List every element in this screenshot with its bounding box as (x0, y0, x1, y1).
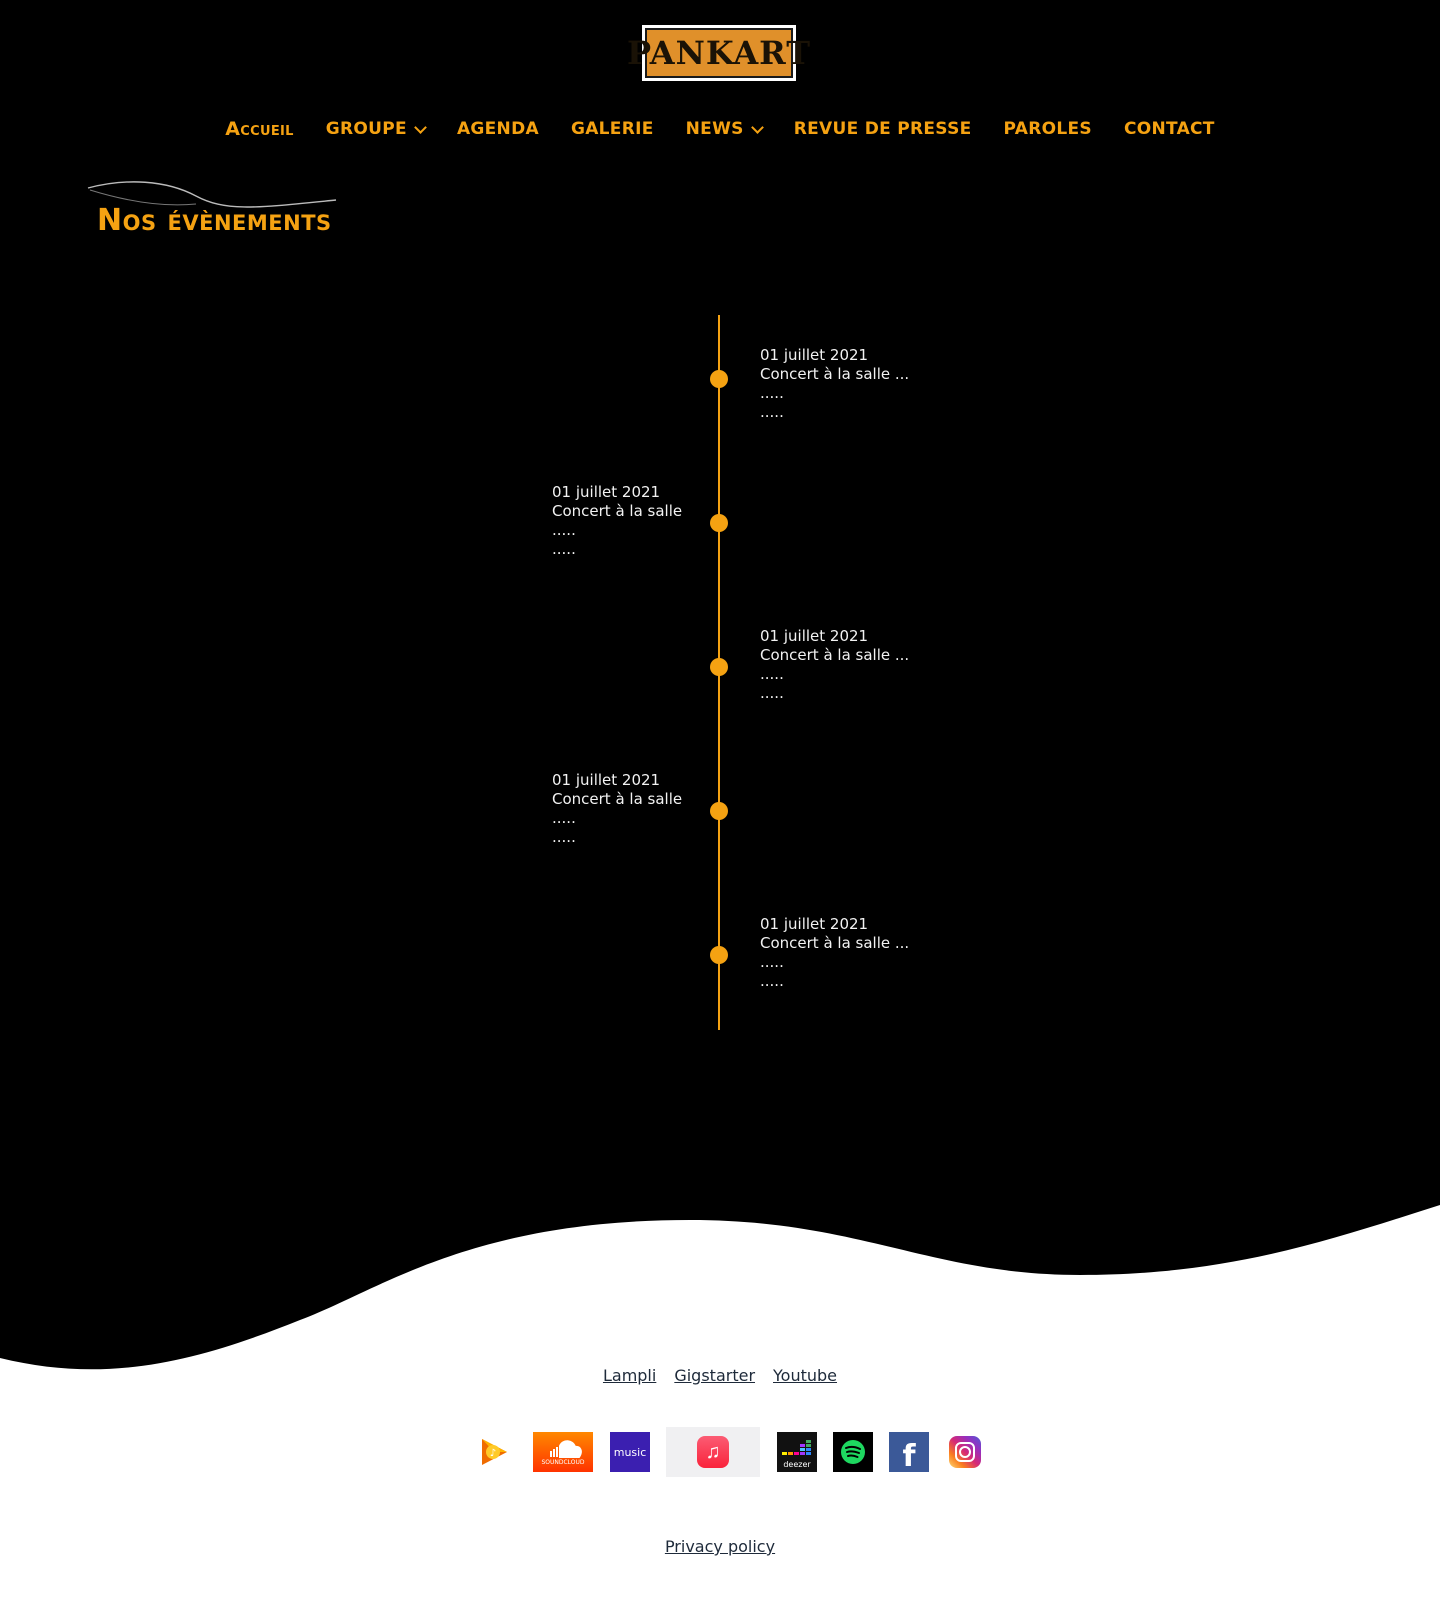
svg-text:♪: ♪ (490, 1448, 496, 1459)
nav-label: AGENDA (456, 119, 539, 139)
footer-link-gigstarter[interactable]: Gigstarter (674, 1366, 755, 1385)
event-item[interactable]: 01 juillet 2021 Concert à la salle .....… (552, 771, 682, 847)
event-item[interactable]: 01 juillet 2021 Concert à la salle ... .… (760, 915, 909, 991)
event-title: Concert à la salle (552, 790, 683, 808)
logo-text: PANKART (627, 28, 810, 78)
nav-item-accueil[interactable]: Accueil (225, 118, 293, 140)
facebook-label: f (889, 1432, 929, 1472)
footer-links: Lampli Gigstarter Youtube (0, 1366, 1440, 1385)
nav-item-news[interactable]: NEWS (685, 118, 764, 140)
site-logo[interactable]: PANKART (627, 25, 810, 81)
nav-label: GALERIE (570, 119, 654, 139)
timeline-dot (710, 802, 728, 820)
event-detail: ..... (552, 540, 576, 558)
apple-music-icon[interactable]: ♫ (666, 1427, 760, 1477)
event-detail: ..... (552, 809, 576, 827)
event-date: 01 juillet 2021 (760, 627, 869, 645)
nav-label: GROUPE (325, 119, 407, 139)
event-title: Concert à la salle (552, 502, 683, 520)
amazon-music-label: music (610, 1432, 650, 1472)
nav-label: NEWS (685, 119, 744, 139)
event-date: 01 juillet 2021 (552, 771, 661, 789)
page-title: Nos évènements (97, 203, 332, 238)
event-title: Concert à la salle ... (760, 934, 910, 952)
footer-link-lampli[interactable]: Lampli (603, 1366, 656, 1385)
timeline-dot (710, 370, 728, 388)
nav-label: REVUE DE PRESSE (793, 119, 972, 139)
nav-label: CONTACT (1123, 119, 1215, 139)
event-detail: ..... (760, 684, 784, 702)
deezer-label: deezer (783, 1460, 811, 1469)
wave-divider (0, 1180, 1440, 1390)
event-date: 01 juillet 2021 (552, 483, 661, 501)
event-item[interactable]: 01 juillet 2021 Concert à la salle ... .… (760, 627, 909, 703)
event-title: Concert à la salle ... (760, 646, 910, 664)
deezer-icon[interactable]: deezer (777, 1432, 817, 1472)
timeline-dot (710, 658, 728, 676)
nav-item-agenda[interactable]: AGENDA (457, 118, 539, 140)
platform-icons: ♪ SOUNDCLOUD music ♫ deezer f (0, 1427, 1440, 1478)
event-detail: ..... (760, 972, 784, 990)
amazon-music-icon[interactable]: music (610, 1432, 650, 1472)
privacy-policy-link[interactable]: Privacy policy (665, 1537, 775, 1556)
instagram-icon[interactable] (945, 1432, 985, 1472)
event-detail: ..... (760, 665, 784, 683)
nav-item-paroles[interactable]: PAROLES (1004, 118, 1092, 140)
event-item[interactable]: 01 juillet 2021 Concert à la salle .....… (552, 483, 682, 559)
nav-item-revue-de-presse[interactable]: REVUE DE PRESSE (794, 118, 972, 140)
nav-label: PAROLES (1003, 119, 1092, 139)
soundcloud-icon[interactable]: SOUNDCLOUD (533, 1432, 593, 1472)
nav-item-galerie[interactable]: GALERIE (571, 118, 654, 140)
event-detail: ..... (760, 384, 784, 402)
event-detail: ..... (760, 403, 784, 421)
event-date: 01 juillet 2021 (760, 915, 869, 933)
privacy-policy-container: Privacy policy (0, 1537, 1440, 1556)
event-detail: ..... (760, 953, 784, 971)
facebook-icon[interactable]: f (889, 1432, 929, 1472)
event-title: Concert à la salle ... (760, 365, 910, 383)
timeline-dot (710, 514, 728, 532)
timeline-dot (710, 946, 728, 964)
soundcloud-label: SOUNDCLOUD (541, 1458, 585, 1466)
nav-item-contact[interactable]: CONTACT (1124, 118, 1215, 140)
nav-item-groupe[interactable]: GROUPE (325, 118, 427, 140)
nav-label: Accueil (225, 118, 294, 140)
footer-link-youtube[interactable]: Youtube (773, 1366, 837, 1385)
main-nav: Accueil GROUPE AGENDA GALERIE NEWS REVUE… (0, 118, 1440, 140)
event-date: 01 juillet 2021 (760, 346, 869, 364)
event-detail: ..... (552, 828, 576, 846)
event-detail: ..... (552, 521, 576, 539)
chevron-down-icon (414, 121, 427, 134)
spotify-icon[interactable] (833, 1432, 873, 1472)
google-play-music-icon[interactable]: ♪ (474, 1432, 514, 1472)
chevron-down-icon (750, 121, 764, 134)
event-item[interactable]: 01 juillet 2021 Concert à la salle ... .… (760, 346, 909, 422)
